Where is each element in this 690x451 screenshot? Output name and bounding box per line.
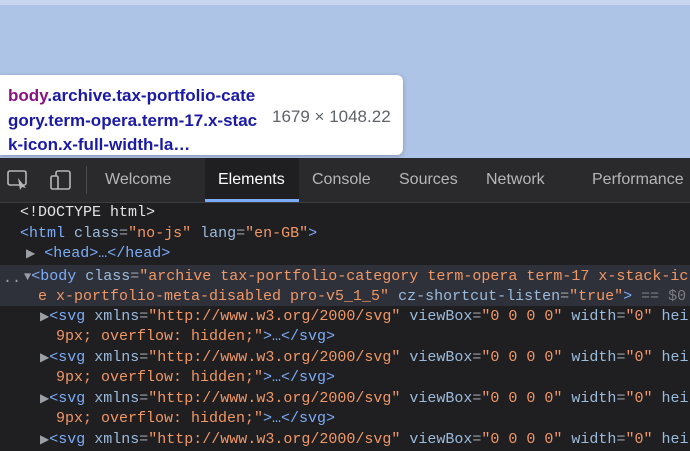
device-toolbar-icon[interactable] <box>49 169 73 191</box>
dom-node-doctype[interactable]: <!DOCTYPE html> <box>20 203 155 224</box>
inspect-element-icon[interactable] <box>6 169 30 191</box>
expand-arrow-icon[interactable]: ▶ <box>40 351 49 365</box>
dom-node-svg[interactable]: ▶<svg xmlns="http://www.w3.org/2000/svg"… <box>40 430 689 451</box>
expand-arrow-icon[interactable]: ▶ <box>26 247 35 261</box>
expand-arrow-icon[interactable]: ▶ <box>40 310 49 324</box>
dom-node-svg[interactable]: ▶<svg xmlns="http://www.w3.org/2000/svg"… <box>40 389 689 410</box>
node-actions-dots[interactable]: .. <box>3 269 21 290</box>
tab-welcome[interactable]: Welcome <box>105 158 171 202</box>
page-top-strip <box>0 0 690 5</box>
tab-console[interactable]: Console <box>312 158 371 202</box>
selected-node-ref: == $0 <box>641 288 687 305</box>
devtools-toolbar: Welcome Elements Console Sources Network… <box>0 158 690 203</box>
tab-network[interactable]: Network <box>486 158 545 202</box>
tooltip-dimensions: 1679 × 1048.22 <box>272 107 391 126</box>
toolbar-separator <box>86 166 87 194</box>
tooltip-tag: body <box>8 86 48 105</box>
expand-arrow-icon[interactable]: ▶ <box>40 392 49 406</box>
expand-arrow-icon[interactable]: ▶ <box>40 433 49 447</box>
tab-sources[interactable]: Sources <box>399 158 458 202</box>
dom-node-svg-cont: 9px; overflow: hidden;">…</svg> <box>56 369 336 386</box>
dom-node-svg[interactable]: ▶<svg xmlns="http://www.w3.org/2000/svg"… <box>40 348 689 369</box>
element-inspect-tooltip: body.archive.tax-portfolio-category.term… <box>0 75 403 155</box>
dom-node-svg[interactable]: ▶<svg xmlns="http://www.w3.org/2000/svg"… <box>40 307 689 328</box>
tab-performance[interactable]: Performance <box>592 158 684 202</box>
dom-node-body[interactable]: ▼<body class="archive tax-portfolio-cate… <box>24 267 688 288</box>
dom-node-head[interactable]: ▶ <head>…</head> <box>26 244 170 265</box>
dom-node-svg-cont: 9px; overflow: hidden;">…</svg> <box>56 328 336 345</box>
dom-node-html[interactable]: <html class="no-js" lang="en-GB"> <box>20 224 317 245</box>
dom-tree: <!DOCTYPE html> <html class="no-js" lang… <box>0 203 690 448</box>
tab-elements[interactable]: Elements <box>218 158 285 202</box>
dom-node-body-cont: e x-portfolio-meta-disabled pro-v5_1_5" … <box>38 288 687 305</box>
dom-node-svg-cont: 9px; overflow: hidden;">…</svg> <box>56 410 336 427</box>
tooltip-selector: body.archive.tax-portfolio-category.term… <box>8 84 264 158</box>
